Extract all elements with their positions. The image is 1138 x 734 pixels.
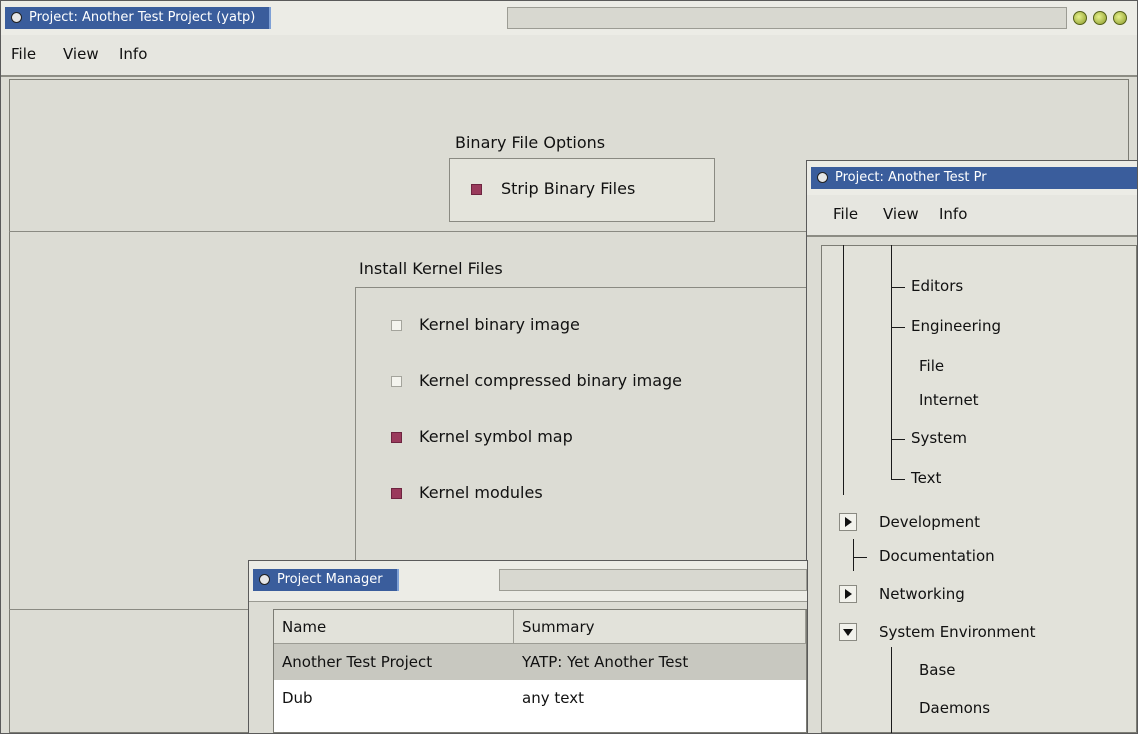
tree-node-editors[interactable]: Editors (911, 277, 963, 295)
tree-node-internet[interactable]: Internet (919, 391, 979, 409)
menu-view[interactable]: View (63, 45, 99, 63)
tree-branch-editors (891, 287, 905, 288)
tree-window-title-text: Project: Another Test Pr (835, 170, 987, 185)
tree-window-titlebar[interactable]: Project: Another Test Pr (807, 161, 1137, 196)
kernel-symbol-map-checkbox[interactable] (391, 432, 402, 443)
project-table[interactable]: Name Summary Another Test Project YATP: … (273, 609, 807, 733)
tree-node-system-environment[interactable]: System Environment (879, 623, 1035, 641)
lower-separator (9, 609, 249, 610)
column-header-name[interactable]: Name (274, 610, 514, 644)
tree-node-system[interactable]: System (911, 429, 967, 447)
tree-node-text[interactable]: Text (911, 469, 941, 487)
expand-networking-icon[interactable] (839, 585, 857, 603)
tree-branch-text (891, 479, 905, 480)
strip-binary-checkbox[interactable] (471, 184, 482, 195)
tree-node-daemons[interactable]: Daemons (919, 699, 990, 717)
row-name: Dub (282, 689, 313, 707)
tree-node-base[interactable]: Base (919, 661, 956, 679)
kernel-files-heading: Install Kernel Files (359, 259, 503, 278)
tree-window-menu-icon[interactable] (817, 172, 828, 183)
section-separator (9, 231, 809, 232)
tree-node-engineering[interactable]: Engineering (911, 317, 1001, 335)
strip-binary-label[interactable]: Strip Binary Files (501, 179, 635, 198)
table-row[interactable]: Dub any text (274, 680, 806, 716)
project-window-title[interactable]: Project: Another Test Project (yatp) (5, 7, 272, 29)
collapse-system-environment-icon[interactable] (839, 623, 857, 641)
kernel-symbol-map-label[interactable]: Kernel symbol map (419, 427, 573, 446)
kernel-compressed-image-label[interactable]: Kernel compressed binary image (419, 371, 682, 390)
tree-window-menubar: File View Info (807, 195, 1137, 237)
tree-menu-file[interactable]: File (833, 205, 858, 223)
window-menu-icon[interactable] (11, 12, 22, 23)
menu-info[interactable]: Info (119, 45, 147, 63)
kernel-modules-label[interactable]: Kernel modules (419, 483, 543, 502)
project-window-menubar: File View Info (1, 35, 1137, 77)
tree-branch-documentation (853, 557, 867, 558)
project-window-title-text: Project: Another Test Project (yatp) (29, 10, 256, 25)
tree-window: Project: Another Test Pr File View Info … (806, 160, 1138, 734)
tree-guide-documentation (853, 539, 854, 571)
titlebar-fill (507, 7, 1067, 29)
row-summary: any text (522, 689, 584, 707)
tree-node-file[interactable]: File (919, 357, 944, 375)
row-summary: YATP: Yet Another Test (522, 653, 689, 671)
tree-branch-system (891, 439, 905, 440)
tree-node-documentation[interactable]: Documentation (879, 547, 995, 565)
tree-menu-view[interactable]: View (883, 205, 919, 223)
minimize-button-icon[interactable] (1073, 11, 1087, 25)
pm-title-text: Project Manager (277, 572, 383, 587)
tree-menu-info[interactable]: Info (939, 205, 967, 223)
kernel-binary-image-checkbox[interactable] (391, 320, 402, 331)
tree-guide-sysenv (891, 647, 892, 733)
tree-node-networking[interactable]: Networking (879, 585, 965, 603)
tree-guide-outer (843, 245, 844, 495)
row-name: Another Test Project (282, 653, 433, 671)
tree-node-development[interactable]: Development (879, 513, 980, 531)
close-button-icon[interactable] (1113, 11, 1127, 25)
pm-window-menu-icon[interactable] (259, 574, 270, 585)
maximize-button-icon[interactable] (1093, 11, 1107, 25)
kernel-modules-checkbox[interactable] (391, 488, 402, 499)
expand-development-icon[interactable] (839, 513, 857, 531)
project-window-titlebar[interactable]: Project: Another Test Project (yatp) (1, 1, 1137, 36)
pm-titlebar-fill (499, 569, 807, 591)
binary-options-heading: Binary File Options (455, 133, 606, 152)
kernel-binary-image-label[interactable]: Kernel binary image (419, 315, 580, 334)
tree-window-title[interactable]: Project: Another Test Pr (811, 167, 1137, 189)
pm-title[interactable]: Project Manager (253, 569, 399, 591)
table-row[interactable]: Another Test Project YATP: Yet Another T… (274, 644, 806, 680)
menu-file[interactable]: File (11, 45, 36, 63)
project-manager-window: Project Manager Name Summary Another Tes… (248, 560, 808, 734)
kernel-compressed-image-checkbox[interactable] (391, 376, 402, 387)
column-header-summary[interactable]: Summary (514, 610, 806, 644)
tree-branch-engineering (891, 327, 905, 328)
tree-guide-inner (891, 245, 892, 479)
pm-titlebar[interactable]: Project Manager (249, 561, 807, 602)
